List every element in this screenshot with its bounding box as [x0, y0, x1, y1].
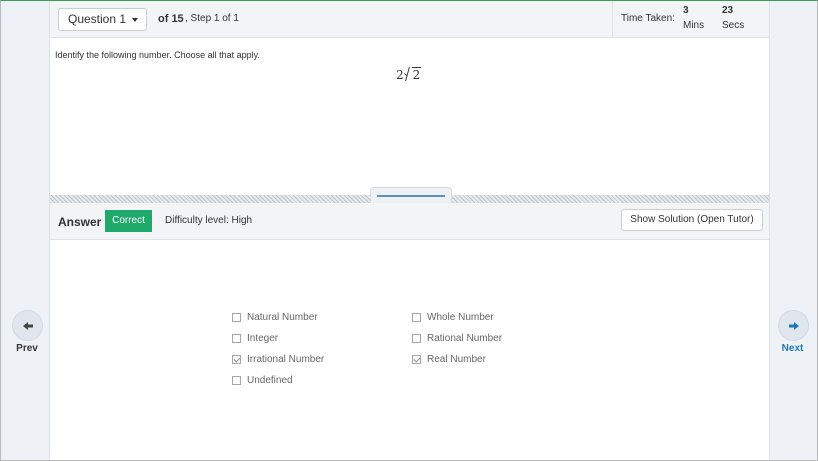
handle-bar: [377, 195, 445, 197]
prev-panel: Prev: [1, 1, 49, 460]
checkbox-checked[interactable]: [412, 355, 421, 364]
choice-natural-number[interactable]: Natural Number: [232, 312, 318, 323]
choice-label: Undefined: [247, 375, 293, 386]
step-indicator: , Step 1 of 1: [185, 13, 239, 24]
main-panel: Question 1 of 15 , Step 1 of 1 Time Take…: [49, 1, 770, 460]
checkbox[interactable]: [232, 376, 241, 385]
answer-label: Answer: [58, 215, 102, 229]
time-minutes-unit: Mins: [683, 20, 705, 31]
choice-real-number[interactable]: Real Number: [412, 354, 486, 365]
square-root: 2: [404, 67, 422, 82]
choice-label: Real Number: [427, 354, 486, 365]
time-seconds-unit: Secs: [722, 20, 745, 31]
time-minutes: 3: [683, 5, 689, 16]
time-seconds: 23: [722, 5, 734, 16]
answer-bar: Answer Correct Difficulty level: High Sh…: [50, 203, 769, 240]
arrow-left-icon: [22, 321, 33, 330]
show-solution-button[interactable]: Show Solution (Open Tutor): [621, 209, 763, 231]
expression-radicand: 2: [411, 67, 422, 82]
choice-label: Whole Number: [427, 312, 494, 323]
math-expression: 22: [396, 67, 422, 82]
time-taken-label: Time Taken:: [621, 13, 675, 24]
expression-coefficient: 2: [396, 68, 404, 82]
choice-whole-number[interactable]: Whole Number: [412, 312, 494, 323]
question-select-value: Question 1: [68, 12, 127, 26]
choice-irrational-number[interactable]: Irrational Number: [232, 354, 324, 365]
choice-integer[interactable]: Integer: [232, 333, 278, 344]
prev-label[interactable]: Prev: [3, 343, 51, 354]
checkbox[interactable]: [232, 313, 241, 322]
choice-label: Integer: [247, 333, 279, 344]
next-button[interactable]: [778, 310, 809, 341]
checkbox[interactable]: [412, 313, 421, 322]
next-panel: Next: [770, 1, 817, 460]
question-area: Identify the following number. Choose al…: [50, 38, 769, 195]
question-prompt: Identify the following number. Choose al…: [55, 50, 260, 60]
question-count: of 15: [158, 13, 184, 25]
choice-label: Irrational Number: [247, 354, 325, 365]
question-select[interactable]: Question 1: [58, 8, 147, 31]
splitter-handle[interactable]: [370, 187, 452, 203]
checkbox-checked[interactable]: [232, 355, 241, 364]
status-badge: Correct: [105, 210, 152, 232]
caret-down-icon: [132, 18, 138, 22]
prev-button[interactable]: [12, 310, 43, 341]
difficulty-level: Difficulty level: High: [165, 215, 253, 226]
time-taken: Time Taken: 3 Mins 23 Secs: [612, 1, 769, 37]
arrow-right-icon: [788, 321, 799, 330]
choice-label: Rational Number: [427, 333, 503, 344]
next-label[interactable]: Next: [769, 343, 816, 354]
checkbox[interactable]: [232, 334, 241, 343]
choice-label: Natural Number: [247, 312, 318, 323]
question-header: Question 1 of 15 , Step 1 of 1 Time Take…: [50, 1, 769, 38]
choice-undefined[interactable]: Undefined: [232, 375, 293, 386]
choice-rational-number[interactable]: Rational Number: [412, 333, 502, 344]
checkbox[interactable]: [412, 334, 421, 343]
